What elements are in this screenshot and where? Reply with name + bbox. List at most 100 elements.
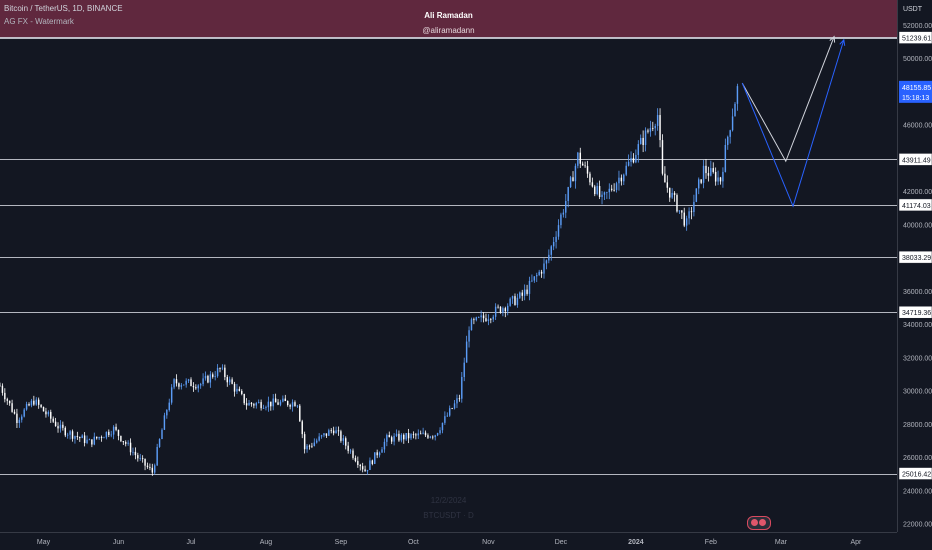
candle-body	[538, 271, 540, 276]
candle-body	[110, 434, 112, 436]
candle-body	[42, 406, 45, 412]
candle-body	[267, 401, 270, 408]
candle-body	[260, 402, 262, 409]
candle-body	[378, 452, 381, 456]
candle-body	[727, 136, 729, 145]
candle-body	[453, 403, 456, 409]
candle-body	[98, 437, 100, 439]
candle-body	[671, 192, 673, 198]
candle-body	[388, 435, 390, 438]
candle-body	[398, 433, 400, 441]
level-price-label: 25016.42	[902, 472, 931, 479]
candle-body	[412, 434, 415, 435]
candle-body	[661, 140, 664, 174]
candle-body	[108, 431, 110, 436]
candle-body	[95, 436, 98, 439]
candle-body	[693, 201, 695, 213]
candle-body	[134, 451, 137, 456]
candle-body	[695, 188, 698, 202]
candle-body	[33, 400, 35, 405]
candle-body	[579, 152, 581, 164]
currency-label[interactable]: USDT	[903, 6, 922, 13]
candle-body	[265, 407, 267, 409]
candle-body	[59, 424, 62, 429]
candle-body	[581, 163, 584, 166]
candle-body	[332, 430, 335, 434]
candle-body	[105, 431, 108, 438]
candle-body	[202, 378, 204, 385]
candle-body	[429, 436, 432, 438]
candle-body	[603, 192, 606, 195]
price-tick-label: 46000.00	[903, 123, 932, 130]
candle-body	[245, 403, 248, 406]
candle-body	[654, 125, 656, 129]
candle-body	[361, 466, 364, 470]
candle-body	[139, 458, 141, 459]
candle-body	[183, 384, 185, 386]
candle-body	[415, 434, 417, 436]
candle-body	[83, 435, 86, 443]
candle-body	[507, 305, 509, 312]
candle-body	[577, 152, 579, 166]
candle-body	[432, 436, 434, 438]
candle-body	[417, 433, 420, 436]
time-tick-label: Dec	[555, 539, 568, 546]
candle-body	[323, 433, 325, 436]
candle-body	[710, 168, 712, 176]
candle-body	[465, 341, 468, 363]
candle-body	[681, 210, 683, 213]
candle-body	[482, 315, 485, 319]
candle-body	[606, 192, 608, 193]
candle-body	[158, 439, 161, 447]
logo-badge-icon[interactable]	[747, 516, 771, 530]
candle-body	[166, 409, 168, 416]
candle-body	[279, 401, 282, 405]
background-date-watermark: 12/2/2024	[430, 496, 467, 505]
candle-body	[233, 383, 236, 392]
candle-body	[586, 166, 589, 174]
candle-body	[596, 186, 598, 195]
time-tick-label: Nov	[482, 539, 495, 546]
candle-body	[23, 409, 25, 417]
candle-body	[519, 292, 521, 298]
price-chart[interactable]: 22000.00 24000.00 26000.00 28000.00 30000.00…	[0, 0, 932, 550]
candle-body	[610, 188, 613, 190]
price-tick-label: 24000.00	[903, 488, 932, 495]
candle-body	[731, 116, 734, 131]
candle-body	[468, 330, 470, 342]
candle-body	[714, 171, 717, 182]
level-price-label: 41174.03	[902, 203, 931, 210]
level-price-label: 43911.49	[902, 157, 931, 164]
candle-body	[644, 130, 647, 145]
candle-body	[286, 401, 289, 406]
chart-background	[0, 0, 932, 550]
candle-body	[492, 316, 494, 320]
candle-body	[120, 435, 122, 442]
candle-body	[480, 315, 482, 318]
candle-body	[45, 411, 47, 415]
price-tick-label: 34000.00	[903, 322, 932, 329]
candle-body	[221, 367, 224, 369]
candle-body	[103, 437, 105, 439]
candle-body	[146, 465, 149, 468]
candle-body	[86, 439, 88, 443]
candle-body	[630, 157, 632, 162]
time-tick-label: Jun	[113, 539, 124, 546]
candle-body	[666, 182, 669, 188]
candle-body	[35, 399, 37, 405]
candle-body	[642, 137, 644, 145]
level-price-label: 34719.36	[902, 310, 931, 317]
candle-body	[656, 115, 659, 126]
time-tick-label: Mar	[775, 539, 788, 546]
candle-body	[257, 402, 260, 404]
candle-body	[69, 431, 71, 435]
candle-body	[132, 451, 134, 453]
candle-body	[376, 452, 378, 456]
candle-body	[669, 187, 671, 198]
candle-body	[127, 442, 129, 444]
candle-body	[50, 411, 52, 419]
candle-body	[574, 165, 577, 182]
candle-body	[274, 398, 277, 403]
candle-body	[66, 434, 69, 436]
candle-body	[458, 398, 461, 400]
